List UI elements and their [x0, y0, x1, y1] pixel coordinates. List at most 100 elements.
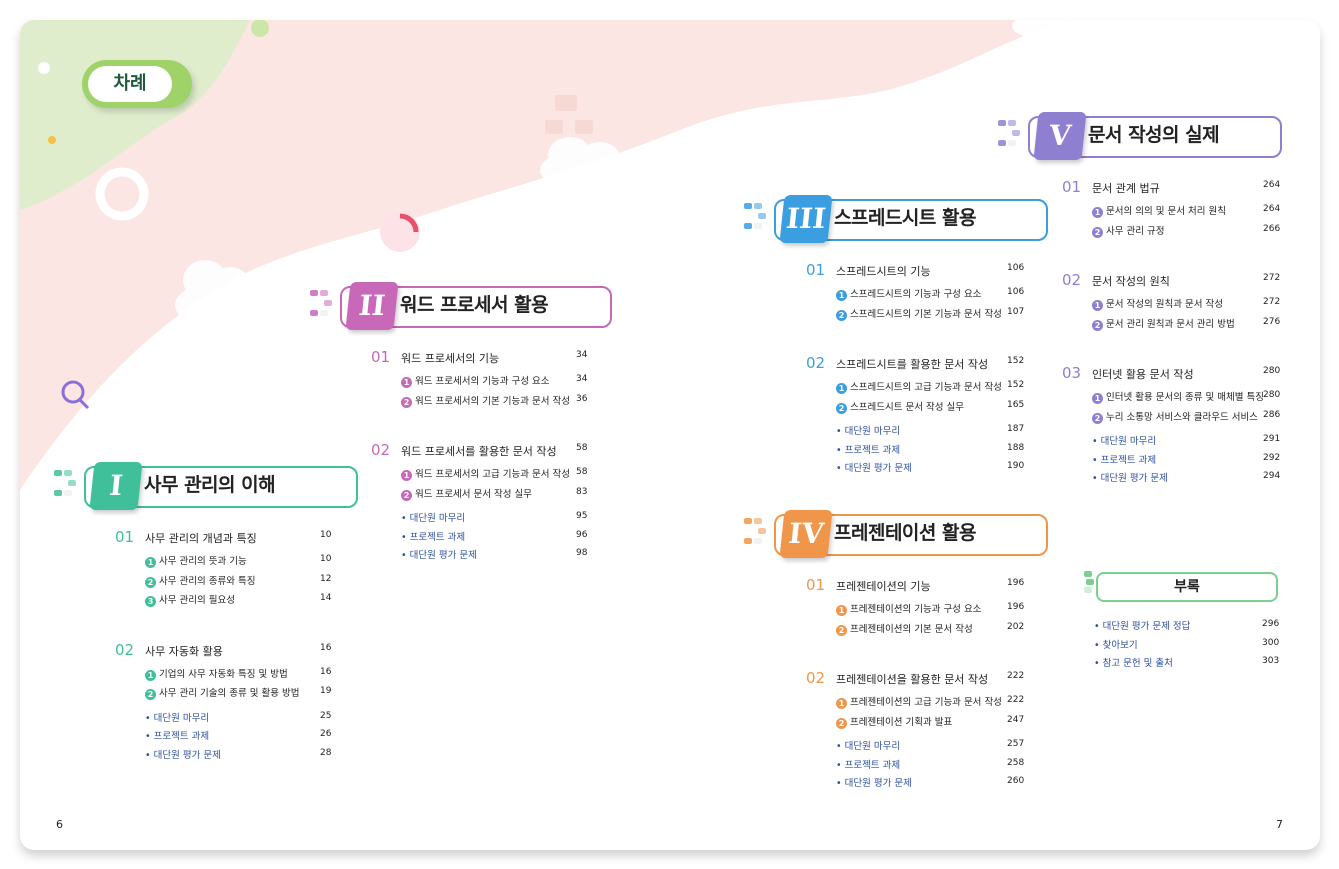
unit-extra-link[interactable]: • 프로젝트 과제: [1092, 452, 1156, 466]
chapter-number: 01: [806, 261, 826, 279]
chapter-number: 01: [115, 528, 135, 546]
section-item[interactable]: 2 워드 프로세서의 기본 기능과 문서 작성: [401, 393, 570, 408]
dot-decoration: [54, 470, 62, 476]
section-number-badge: 1: [145, 557, 156, 568]
chapter-title[interactable]: 문서 관계 법규: [1092, 180, 1160, 196]
part-header-2: II 워드 프로세서 활용: [310, 282, 612, 330]
appendix-title: 부록: [1096, 572, 1278, 602]
chapter-title[interactable]: 프레젠테이션을 활용한 문서 작성: [836, 671, 988, 687]
section-item[interactable]: 1 인터넷 활용 문서의 종류 및 매체별 특징: [1092, 389, 1264, 404]
unit-extra-page: 28: [320, 747, 332, 758]
section-number-badge: 2: [836, 717, 847, 729]
appendix-link[interactable]: • 대단원 평가 문제 정답: [1094, 618, 1190, 632]
unit-extra-link[interactable]: • 프로젝트 과제: [836, 442, 900, 456]
section-item[interactable]: 1 기업의 사무 자동화 특징 및 방법: [145, 666, 288, 681]
part-numeral: IV: [779, 510, 833, 558]
section-item[interactable]: 1 워드 프로세서의 고급 기능과 문서 작성: [401, 466, 570, 481]
section-item[interactable]: 1 사무 관리의 뜻과 기능: [145, 553, 247, 568]
section-item[interactable]: 1 스프레드시트의 기능과 구성 요소: [836, 286, 981, 301]
section-title: 스프레드시트의 기능과 구성 요소: [850, 289, 982, 300]
section-number-badge: 2: [836, 402, 847, 414]
appendix-link[interactable]: • 찾아보기: [1094, 637, 1138, 651]
unit-extra-link[interactable]: • 대단원 평가 문제: [1092, 470, 1168, 484]
unit-extra-link[interactable]: • 대단원 마무리: [401, 510, 465, 524]
section-title: 사무 관리 기술의 종류 및 활용 방법: [159, 688, 300, 699]
section-page: 34: [576, 374, 588, 384]
section-item[interactable]: 1 프레젠테이션의 기능과 구성 요소: [836, 601, 981, 616]
section-title: 스프레드시트의 기본 기능과 문서 작성: [850, 308, 1002, 320]
unit-extra-link[interactable]: • 대단원 평가 문제: [145, 747, 221, 761]
dot-decoration: [310, 310, 318, 316]
chapter-title[interactable]: 사무 관리의 개념과 특징: [145, 530, 257, 546]
section-item[interactable]: 2 누리 소통망 서비스와 클라우드 서비스: [1092, 409, 1258, 424]
unit-extra-link[interactable]: • 대단원 평가 문제: [836, 775, 912, 789]
dot-decoration: [320, 290, 328, 296]
chapter-number: 03: [1062, 364, 1082, 382]
section-item[interactable]: 2 문서 관리 원칙과 문서 관리 방법: [1092, 316, 1235, 331]
part-header-5: V 문서 작성의 실제: [998, 112, 1282, 160]
section-item[interactable]: 2 스프레드시트의 기본 기능과 문서 작성: [836, 306, 1002, 321]
section-number-badge: 2: [401, 489, 412, 501]
section-title: 스프레드시트 문서 작성 실무: [850, 401, 964, 413]
chapter-page: 152: [1007, 356, 1025, 366]
section-item[interactable]: 1 프레젠테이션의 고급 기능과 문서 작성: [836, 694, 1002, 709]
section-item[interactable]: 1 워드 프로세서의 기능과 구성 요소: [401, 373, 549, 388]
unit-extra-link[interactable]: • 프로젝트 과제: [401, 529, 465, 543]
chapter-title[interactable]: 인터넷 활용 문서 작성: [1092, 366, 1194, 382]
appendix-link[interactable]: • 참고 문헌 및 출처: [1094, 655, 1173, 669]
chapter-title[interactable]: 사무 자동화 활용: [145, 643, 223, 659]
dot-decoration: [1008, 140, 1016, 146]
chapter-page: 10: [320, 530, 332, 540]
dot-decoration: [314, 300, 322, 306]
unit-extra-link[interactable]: • 대단원 마무리: [1092, 433, 1156, 447]
unit-extra-link[interactable]: • 대단원 마무리: [836, 423, 900, 437]
chapter-heading: 02 사무 자동화 활용 16: [115, 641, 340, 661]
unit-extra-link[interactable]: • 대단원 평가 문제: [401, 547, 477, 561]
dot-decoration: [744, 203, 752, 209]
chapter-title[interactable]: 스프레드시트를 활용한 문서 작성: [836, 356, 988, 372]
part-title: 스프레드시트 활용: [834, 207, 976, 229]
chapter-title[interactable]: 문서 작성의 원칙: [1092, 273, 1170, 289]
section-item[interactable]: 1 문서의 의의 및 문서 처리 원칙: [1092, 203, 1226, 218]
section-item[interactable]: 2 스프레드시트 문서 작성 실무: [836, 399, 964, 414]
unit-extra-link[interactable]: • 프로젝트 과제: [836, 757, 900, 771]
chapter-title[interactable]: 프레젠테이션의 기능: [836, 578, 931, 594]
dot-decoration: [748, 213, 756, 219]
unit-extra-page: 257: [1007, 739, 1025, 749]
section-number-badge: 1: [1092, 393, 1103, 404]
section-item[interactable]: 1 문서 작성의 원칙과 문서 작성: [1092, 296, 1223, 311]
section-title: 워드 프로세서의 기본 기능과 문서 작성: [415, 395, 570, 407]
section-item[interactable]: 2 프레젠테이션의 기본 문서 작성: [836, 621, 973, 636]
chapter-title[interactable]: 워드 프로세서를 활용한 문서 작성: [401, 443, 557, 459]
unit-extra-link[interactable]: • 대단원 마무리: [836, 738, 900, 752]
section-item[interactable]: 2 사무 관리 규정: [1092, 223, 1164, 238]
chapter-number: 02: [115, 640, 135, 659]
section-item[interactable]: 3 사무 관리의 필요성: [145, 592, 235, 607]
section-page: 202: [1007, 621, 1025, 632]
section-item[interactable]: 2 사무 관리 기술의 종류 및 활용 방법: [145, 685, 299, 700]
section-item[interactable]: 1 스프레드시트의 고급 기능과 문서 작성: [836, 379, 1002, 394]
chapter-title[interactable]: 워드 프로세서의 기능: [401, 350, 499, 366]
section-number-badge: 1: [836, 605, 847, 616]
dot-decoration: [58, 480, 66, 486]
unit-extra-link[interactable]: • 대단원 마무리: [145, 710, 209, 724]
unit-extra-link[interactable]: • 대단원 평가 문제: [836, 460, 912, 474]
section-item[interactable]: 2 사무 관리의 종류와 특징: [145, 573, 255, 588]
section-title: 프레젠테이션의 기능과 구성 요소: [850, 604, 982, 615]
section-item[interactable]: 2 프레젠테이션 기획과 발표: [836, 714, 952, 729]
appendix-page: 303: [1262, 656, 1280, 666]
part-header-3: III 스프레드시트 활용: [744, 195, 1048, 243]
chapter-heading: 02 스프레드시트를 활용한 문서 작성 152: [806, 354, 1027, 374]
section-item[interactable]: 2 워드 프로세서 문서 작성 실무: [401, 486, 532, 501]
unit-extra-link[interactable]: • 프로젝트 과제: [145, 728, 209, 742]
section-title: 사무 관리의 필요성: [159, 595, 235, 606]
unit-extra-page: 25: [320, 710, 332, 721]
dot-decoration: [68, 480, 76, 486]
chapter-title[interactable]: 스프레드시트의 기능: [836, 263, 931, 279]
section-number-badge: 1: [401, 470, 412, 481]
section-title: 스프레드시트의 고급 기능과 문서 작성: [850, 382, 1002, 393]
toc-label: 차례: [88, 66, 172, 102]
dot-decoration: [758, 528, 766, 534]
section-page: 36: [576, 393, 588, 404]
toc-tag: 차례: [82, 60, 192, 108]
